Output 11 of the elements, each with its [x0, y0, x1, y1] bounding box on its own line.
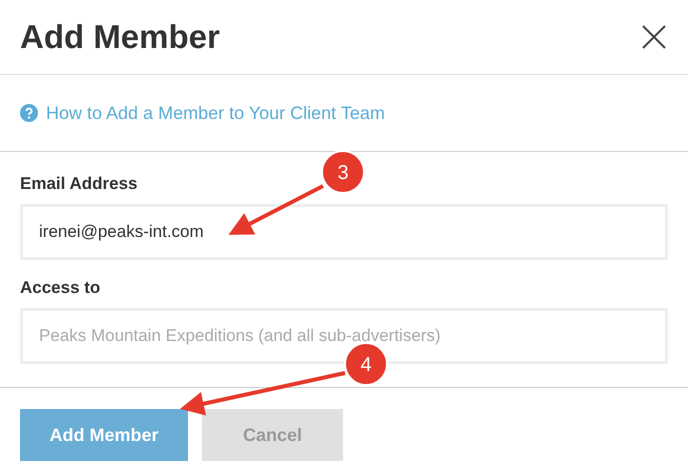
input-field[interactable]: irenei@peaks-int.com: [20, 204, 668, 260]
field-label: Email Address: [20, 174, 138, 194]
dialog-title: Add Member: [20, 18, 220, 56]
close-icon[interactable]: [642, 25, 666, 49]
help-link[interactable]: How to Add a Member to Your Client Team: [46, 102, 385, 124]
cancel-button[interactable]: Cancel: [202, 409, 343, 461]
help-icon: [20, 104, 38, 122]
step-badge: 3: [321, 150, 365, 194]
step-badge: 4: [344, 342, 388, 386]
add-member-button[interactable]: Add Member: [20, 409, 188, 461]
field-label: Access to: [20, 278, 102, 298]
